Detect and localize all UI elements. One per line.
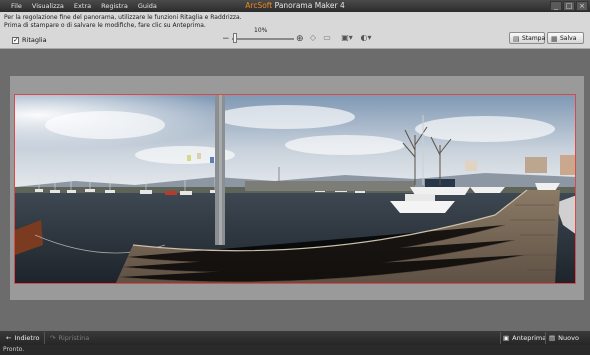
back-button[interactable]: ← Indietro [6,333,39,343]
menu-help[interactable]: Guida [133,2,162,10]
instruction-line-1: Per la regolazione fine del panorama, ut… [4,14,242,21]
menu-bar: File Visualizza Extra Registra Guida [6,2,162,10]
camera-icon[interactable]: ▣▾ [341,33,353,43]
menu-extra[interactable]: Extra [69,2,96,10]
status-text: Pronto. [3,346,25,353]
panorama-image[interactable] [14,94,576,284]
fit-icon[interactable]: ◇ [307,33,319,43]
zoom-slider-handle[interactable] [233,33,237,43]
rotate-icon[interactable]: ◐▾ [360,33,372,43]
separator [500,332,501,344]
title-bar: File Visualizza Extra Registra Guida Arc… [0,0,590,12]
close-button[interactable]: × [576,1,588,11]
minimize-button[interactable]: _ [550,1,562,11]
zoom-in-icon[interactable]: ⊕ [296,34,304,44]
new-button[interactable]: ▤ Nuovo [549,333,579,343]
zoom-out-icon[interactable]: − [222,34,230,44]
back-label: Indietro [14,334,40,342]
actual-size-icon[interactable]: ▭ [321,33,333,43]
crop-checkbox[interactable]: ✓ [12,36,19,44]
crop-toggle[interactable]: ✓ Ritaglia [12,36,47,44]
menu-register[interactable]: Registra [96,2,133,10]
instructions: Per la regolazione fine del panorama, ut… [4,14,242,30]
save-label: Salva [560,35,577,42]
new-label: Nuovo [558,334,579,342]
editing-canvas [0,49,590,331]
navigation-bar: ← Indietro ↷ Ripristina ▣ Anteprima ▤ Nuovo [0,331,590,345]
app-brand: ArcSoft [245,1,273,10]
redo-label: Ripristina [58,334,90,342]
menu-file[interactable]: File [6,2,27,10]
menu-view[interactable]: Visualizza [27,2,69,10]
instruction-line-2: Prima di stampare o di salvare le modifi… [4,22,206,29]
save-icon: ▦ [551,35,558,43]
redo-icon: ↷ [50,334,56,342]
print-label: Stampa [522,35,546,42]
app-name: Panorama Maker 4 [272,1,345,10]
zoom-level-label: 10% [254,27,268,34]
maximize-button[interactable]: □ [563,1,575,11]
crop-label: Ritaglia [22,36,47,44]
separator [545,332,546,344]
window-controls: _ □ × [550,1,588,11]
separator [44,332,45,344]
preview-label: Anteprima [512,334,547,342]
printer-icon: ▤ [513,35,520,43]
print-button[interactable]: ▤ Stampa [509,32,545,44]
redo-button[interactable]: ↷ Ripristina [50,333,89,343]
save-button[interactable]: ▦ Salva [547,32,584,44]
preview-button[interactable]: ▣ Anteprima [503,333,546,343]
status-bar: Pronto. [0,345,590,355]
edit-toolbar: Per la regolazione fine del panorama, ut… [0,12,590,49]
panorama-photo [15,95,575,283]
zoom-slider[interactable] [232,38,294,40]
new-icon: ▤ [549,334,556,342]
preview-icon: ▣ [503,334,510,342]
back-arrow-icon: ← [6,334,12,342]
